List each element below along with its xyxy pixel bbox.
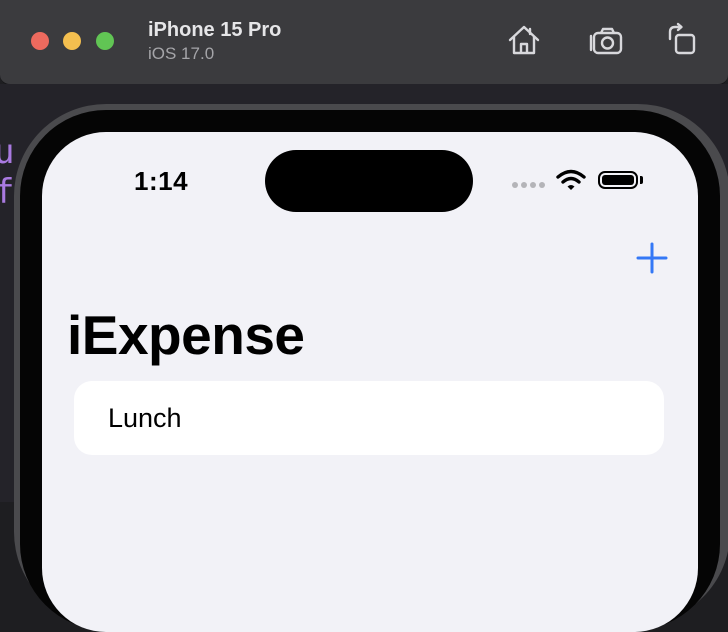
screenshot-button[interactable] bbox=[588, 22, 624, 58]
plus-icon bbox=[636, 242, 668, 274]
add-expense-button[interactable] bbox=[634, 240, 670, 276]
rotate-button[interactable] bbox=[664, 22, 700, 58]
background-code-glyph: f bbox=[0, 172, 15, 212]
battery-tip bbox=[640, 176, 643, 184]
cellular-signal-icon bbox=[512, 182, 546, 188]
minimize-window-button[interactable] bbox=[63, 32, 81, 50]
device-screen[interactable]: 1:14 iExpense Lunch bbox=[42, 132, 698, 632]
page-title: iExpense bbox=[67, 304, 305, 366]
zoom-window-button[interactable] bbox=[96, 32, 114, 50]
close-window-button[interactable] bbox=[31, 32, 49, 50]
background-code-glyph: u bbox=[0, 132, 15, 172]
status-time: 1:14 bbox=[134, 166, 189, 196]
home-icon bbox=[508, 25, 540, 55]
home-button[interactable] bbox=[506, 22, 542, 58]
simulator-title-bar: iPhone 15 Pro iOS 17.0 bbox=[0, 0, 728, 85]
expense-item-name: Lunch bbox=[108, 403, 182, 433]
rotate-icon bbox=[668, 22, 696, 55]
screenshot-icon bbox=[589, 27, 623, 55]
wifi-icon bbox=[556, 169, 586, 190]
expense-list-item[interactable]: Lunch bbox=[74, 381, 664, 455]
battery-icon bbox=[598, 171, 638, 189]
dynamic-island bbox=[265, 150, 473, 212]
os-version: iOS 17.0 bbox=[148, 44, 215, 63]
device-name: iPhone 15 Pro bbox=[148, 19, 282, 41]
